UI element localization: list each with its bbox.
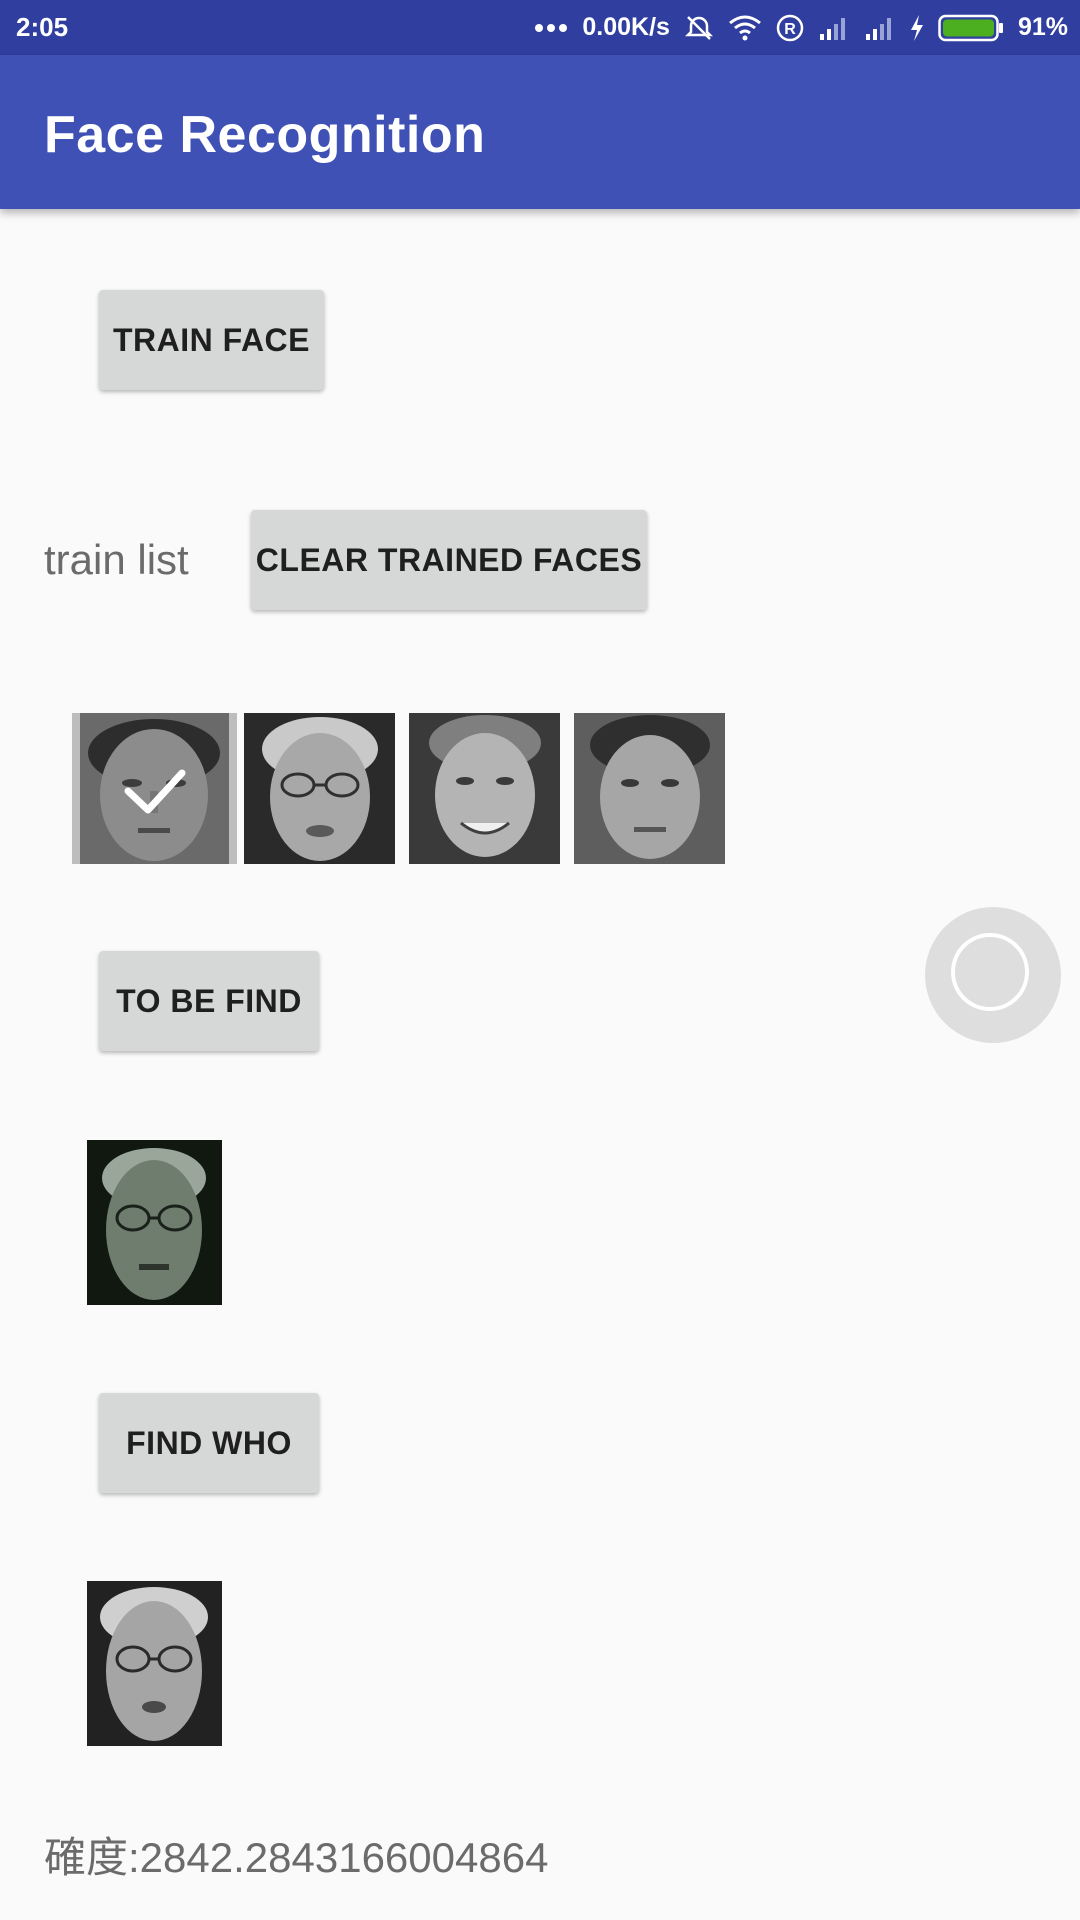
battery-icon bbox=[938, 14, 1004, 42]
face-image bbox=[87, 1581, 222, 1746]
check-icon bbox=[124, 769, 186, 814]
battery-level: 91% bbox=[1017, 13, 1068, 41]
query-face-image bbox=[87, 1140, 222, 1305]
result-face-image bbox=[87, 1581, 222, 1746]
app-bar: Face Recognition bbox=[0, 55, 1080, 209]
train-face-button[interactable]: TRAIN FACE bbox=[99, 290, 324, 390]
train-face-thumb[interactable] bbox=[244, 713, 395, 864]
face-image bbox=[244, 713, 395, 864]
find-who-button[interactable]: FIND WHO bbox=[99, 1393, 319, 1493]
face-image bbox=[87, 1140, 222, 1305]
confidence-text: 確度:2842.2843166004864 bbox=[44, 1834, 549, 1881]
floating-ball-button[interactable] bbox=[925, 907, 1061, 1043]
alarm-off-icon bbox=[684, 13, 714, 43]
dots-icon bbox=[534, 23, 568, 33]
net-speed: 0.00K/s bbox=[582, 13, 670, 41]
train-face-thumb[interactable] bbox=[409, 713, 560, 864]
signal-icon bbox=[818, 16, 850, 40]
signal-icon-2 bbox=[864, 16, 896, 40]
status-icons: 0.00K/s R 91% bbox=[534, 0, 1068, 55]
status-time: 2:05 bbox=[16, 12, 69, 42]
app-title: Face Recognition bbox=[44, 106, 486, 164]
wifi-icon bbox=[728, 15, 762, 41]
circle-icon bbox=[951, 933, 1029, 1011]
train-face-thumb[interactable] bbox=[72, 713, 237, 864]
face-image bbox=[574, 713, 725, 864]
to-be-find-button[interactable]: TO BE FIND bbox=[99, 951, 319, 1051]
charging-icon bbox=[910, 14, 924, 41]
clear-trained-faces-button[interactable]: CLEAR TRAINED FACES bbox=[251, 510, 647, 610]
train-list-label: train list bbox=[44, 536, 189, 583]
status-bar: 2:05 0.00K/s R 91% bbox=[0, 0, 1080, 55]
svg-text:R: R bbox=[784, 21, 796, 38]
registered-icon: R bbox=[776, 14, 804, 42]
train-face-thumb[interactable] bbox=[574, 713, 725, 864]
face-image bbox=[409, 713, 560, 864]
